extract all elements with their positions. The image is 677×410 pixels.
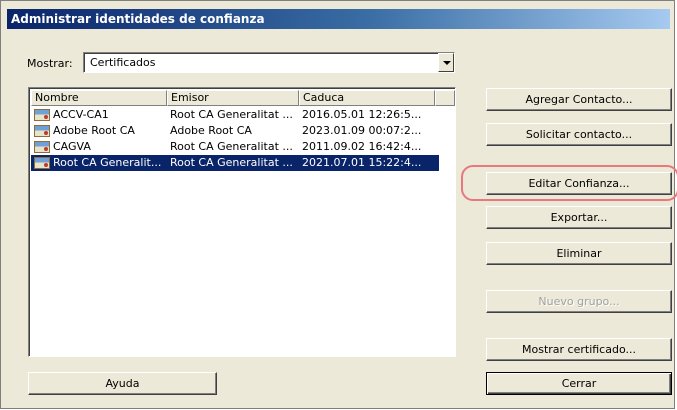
- certificate-list[interactable]: Nombre Emisor Caduca ACCV-CA1 Root CA Ge…: [28, 87, 456, 357]
- cell-expires: 2011.09.02 16:42:4...: [302, 140, 422, 153]
- show-certificate-button[interactable]: Mostrar certificado...: [486, 338, 672, 361]
- cell-issuer: Root CA Generalitat ...: [170, 108, 293, 121]
- table-row[interactable]: ACCV-CA1 Root CA Generalitat ... 2016.05…: [31, 107, 439, 123]
- help-button[interactable]: Ayuda: [28, 372, 217, 395]
- table-row[interactable]: Adobe Root CA Adobe Root CA 2023.01.09 0…: [31, 123, 439, 139]
- cell-name: Root CA Generalit...: [53, 156, 162, 169]
- cell-name: ACCV-CA1: [53, 108, 109, 121]
- certificate-icon: [34, 157, 50, 169]
- delete-button[interactable]: Eliminar: [486, 242, 672, 265]
- new-group-button[interactable]: Nuevo grupo...: [486, 290, 672, 313]
- close-button[interactable]: Cerrar: [486, 372, 672, 395]
- column-header-expires[interactable]: Caduca: [299, 90, 435, 106]
- request-contact-button[interactable]: Solicitar contacto...: [486, 123, 672, 146]
- dropdown-arrow-button[interactable]: [438, 53, 454, 72]
- table-row-selected[interactable]: Root CA Generalit... Root CA Generalitat…: [31, 155, 439, 171]
- list-header: Nombre Emisor Caduca: [31, 90, 455, 106]
- dialog-title: Administrar identidades de confianza: [7, 9, 670, 29]
- column-header-filler: [435, 90, 455, 106]
- trusted-identities-dialog: Administrar identidades de confianza Mos…: [0, 0, 677, 409]
- column-header-name[interactable]: Nombre: [31, 90, 167, 106]
- show-label: Mostrar:: [27, 57, 73, 70]
- show-dropdown-value: Certificados: [90, 56, 156, 69]
- edit-trust-button[interactable]: Editar Confianza...: [486, 172, 672, 195]
- cell-issuer: Root CA Generalitat ...: [170, 156, 293, 169]
- cell-expires: 2021.07.01 15:22:4...: [302, 156, 422, 169]
- certificate-icon: [34, 109, 50, 121]
- cell-name: Adobe Root CA: [53, 124, 135, 137]
- cell-issuer: Root CA Generalitat ...: [170, 140, 293, 153]
- table-row[interactable]: CAGVA Root CA Generalitat ... 2011.09.02…: [31, 139, 439, 155]
- export-button[interactable]: Exportar...: [486, 206, 672, 229]
- add-contact-button[interactable]: Agregar Contacto...: [486, 88, 672, 111]
- certificate-icon: [34, 141, 50, 153]
- cell-expires: 2016.05.01 12:26:5...: [302, 108, 422, 121]
- cell-name: CAGVA: [53, 140, 91, 153]
- cell-expires: 2023.01.09 00:07:2...: [302, 124, 422, 137]
- chevron-down-icon: [443, 61, 451, 65]
- cell-issuer: Adobe Root CA: [170, 124, 252, 137]
- show-dropdown[interactable]: Certificados: [83, 52, 455, 73]
- certificate-icon: [34, 125, 50, 137]
- column-header-issuer[interactable]: Emisor: [167, 90, 299, 106]
